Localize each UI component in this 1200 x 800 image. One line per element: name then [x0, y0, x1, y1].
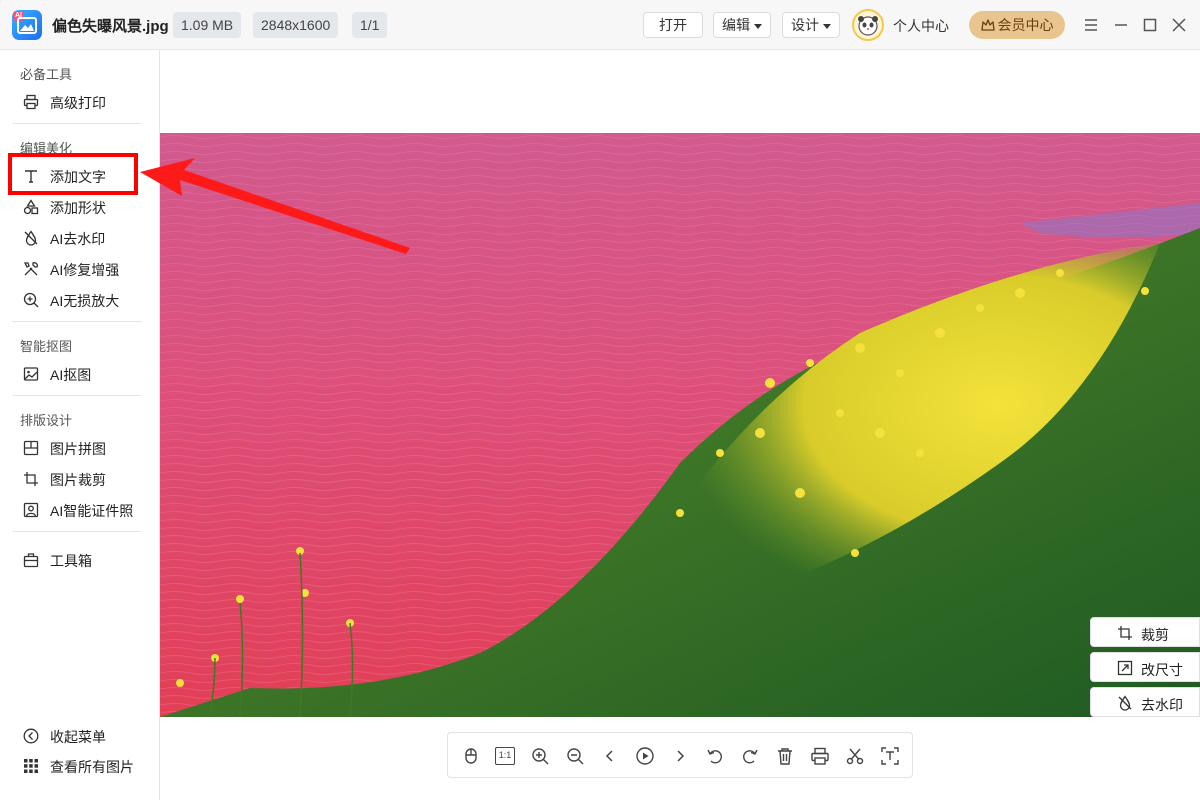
- crop-icon: [24, 472, 38, 486]
- edit-label: 编辑: [722, 17, 750, 33]
- collage-icon: [23, 440, 39, 456]
- grid-icon: [24, 759, 38, 773]
- page-count-chip: 1/1: [352, 12, 388, 38]
- zoom-out-icon[interactable]: [565, 746, 585, 766]
- close-icon[interactable]: [1169, 15, 1189, 35]
- sidebar-item-advanced-print[interactable]: 高级打印: [12, 88, 146, 116]
- minimize-icon[interactable]: [1111, 15, 1131, 35]
- sidebar-item-toolbox[interactable]: 工具箱: [12, 546, 146, 574]
- sidebar-item-ai-watermark[interactable]: AI去水印: [12, 224, 146, 252]
- print-icon[interactable]: [810, 746, 830, 766]
- resize-icon: [1117, 660, 1133, 676]
- chevron-down-icon: [754, 23, 762, 29]
- design-label: 设计: [791, 17, 819, 33]
- bottom-toolbar: 1:1: [447, 732, 913, 778]
- collapse-menu-label: 收起菜单: [50, 729, 106, 745]
- tools-icon: [23, 262, 38, 276]
- float-watermark-label: 去水印: [1141, 697, 1183, 713]
- sidebar-item-label: 图片裁剪: [50, 472, 106, 488]
- sidebar-item-label: 工具箱: [50, 553, 92, 569]
- drop-slash-icon: [24, 230, 38, 246]
- sidebar-item-add-shape[interactable]: 添加形状: [12, 193, 146, 221]
- sidebar-item-id-photo[interactable]: AI智能证件照: [12, 496, 146, 524]
- design-menu-button[interactable]: 设计: [782, 12, 840, 38]
- title-bar: AI 偏色失曝风景.jpg 1.09 MB 2848x1600 1/1 打开 编…: [0, 0, 1200, 50]
- open-label: 打开: [659, 17, 687, 33]
- cut-icon[interactable]: [845, 746, 865, 766]
- rotate-left-icon[interactable]: [705, 746, 725, 766]
- zoom-plus-icon: [23, 292, 39, 308]
- sidebar-item-label: AI无损放大: [50, 293, 120, 309]
- section-title-essentials: 必备工具: [20, 67, 73, 82]
- sidebar-item-ai-cutout[interactable]: AI抠图: [12, 360, 146, 388]
- sidebar-item-ai-repair[interactable]: AI修复增强: [12, 255, 146, 283]
- actual-size-button[interactable]: 1:1: [495, 747, 515, 765]
- vip-center-button[interactable]: 会员中心: [969, 11, 1065, 39]
- float-resize-button[interactable]: 改尺寸: [1090, 652, 1200, 682]
- open-button[interactable]: 打开: [643, 12, 703, 38]
- float-crop-label: 裁剪: [1141, 627, 1169, 643]
- sidebar-item-label: AI抠图: [50, 367, 92, 383]
- float-crop-button[interactable]: 裁剪: [1090, 617, 1200, 647]
- divider: [12, 123, 142, 124]
- printer-icon: [23, 94, 39, 110]
- file-size-chip: 1.09 MB: [173, 12, 242, 38]
- id-photo-icon: [23, 502, 39, 518]
- panda-icon: [858, 16, 878, 36]
- app-logo: AI: [12, 10, 42, 40]
- divider: [12, 531, 142, 532]
- sidebar-item-crop[interactable]: 图片裁剪: [12, 465, 146, 493]
- float-resize-label: 改尺寸: [1141, 662, 1183, 678]
- chevron-left-circle-icon: [23, 728, 39, 744]
- divider: [12, 321, 142, 322]
- next-icon[interactable]: [670, 746, 690, 766]
- edit-menu-button[interactable]: 编辑: [713, 12, 771, 38]
- sidebar-item-label: AI智能证件照: [50, 503, 134, 519]
- chevron-down-icon: [823, 23, 831, 29]
- view-all-images-label: 查看所有图片: [50, 759, 134, 775]
- float-watermark-button[interactable]: 去水印: [1090, 687, 1200, 717]
- rotate-right-icon[interactable]: [740, 746, 760, 766]
- actual-size-label: 1:1: [498, 750, 512, 760]
- sidebar-item-label: 图片拼图: [50, 441, 106, 457]
- dimensions-chip: 2848x1600: [253, 12, 339, 38]
- text-recognize-icon[interactable]: [880, 746, 900, 766]
- section-title-cutout: 智能抠图: [20, 339, 73, 354]
- zoom-in-icon[interactable]: [530, 746, 550, 766]
- delete-icon[interactable]: [775, 746, 795, 766]
- section-title-layout: 排版设计: [20, 413, 73, 428]
- file-name: 偏色失曝风景.jpg: [52, 18, 169, 35]
- prev-icon[interactable]: [600, 746, 620, 766]
- divider: [12, 395, 142, 396]
- sidebar-item-label: 高级打印: [50, 95, 106, 111]
- view-all-images-button[interactable]: 查看所有图片: [12, 752, 146, 780]
- crop-icon: [1118, 626, 1132, 640]
- maximize-icon[interactable]: [1140, 15, 1160, 35]
- mouse-icon[interactable]: [461, 746, 481, 766]
- red-arrow-annotation: [140, 158, 410, 254]
- highlight-box: [8, 153, 138, 195]
- menu-icon[interactable]: [1081, 15, 1101, 35]
- shapes-icon: [23, 199, 39, 215]
- sidebar-item-label: 添加形状: [50, 200, 106, 216]
- sidebar-item-label: AI修复增强: [50, 262, 120, 278]
- vip-label: 会员中心: [997, 17, 1054, 33]
- drop-slash-icon: [1118, 695, 1132, 711]
- crown-icon: [980, 13, 995, 41]
- sidebar-item-label: AI去水印: [50, 231, 106, 247]
- user-center-link[interactable]: 个人中心: [893, 16, 949, 36]
- toolbox-icon: [23, 553, 39, 568]
- image-icon: [17, 17, 37, 34]
- sidebar-item-collage[interactable]: 图片拼图: [12, 434, 146, 462]
- image-icon: [23, 367, 39, 381]
- avatar[interactable]: [852, 9, 884, 41]
- collapse-menu-button[interactable]: 收起菜单: [12, 722, 146, 750]
- play-icon[interactable]: [635, 746, 655, 766]
- sidebar-item-ai-upscale[interactable]: AI无损放大: [12, 286, 146, 314]
